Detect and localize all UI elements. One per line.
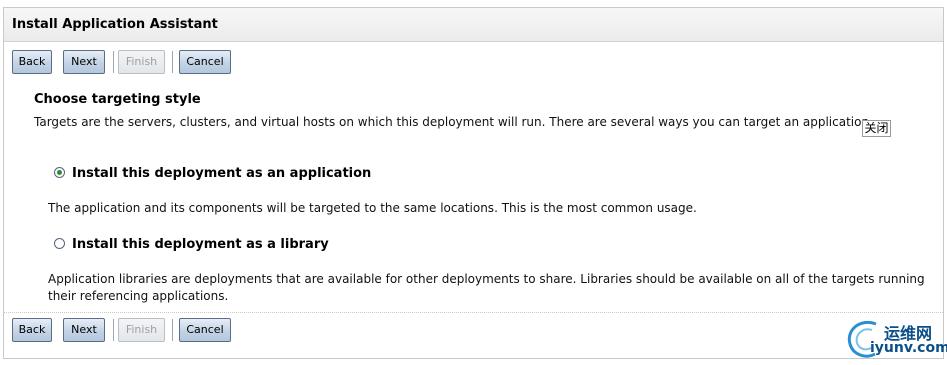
next-button[interactable]: Next xyxy=(63,318,105,342)
option-description: Application libraries are deployments th… xyxy=(48,272,925,303)
finish-button: Finish xyxy=(118,50,165,74)
install-assistant-panel: Install Application Assistant Back Next … xyxy=(3,7,944,359)
page-title: Install Application Assistant xyxy=(12,17,218,32)
watermark-text-en: iyunv.com xyxy=(870,340,947,356)
divider xyxy=(4,312,943,313)
back-button[interactable]: Back xyxy=(12,318,52,342)
section-title: Choose targeting style xyxy=(34,92,201,107)
toolbar-separator xyxy=(172,319,173,341)
cancel-button[interactable]: Cancel xyxy=(179,318,231,342)
toolbar-separator xyxy=(172,51,173,73)
cancel-button[interactable]: Cancel xyxy=(179,50,231,74)
section-description: Targets are the servers, clusters, and v… xyxy=(34,115,873,129)
radio-unselected-icon[interactable] xyxy=(54,238,65,249)
back-button[interactable]: Back xyxy=(12,50,52,74)
next-button[interactable]: Next xyxy=(63,50,105,74)
finish-button: Finish xyxy=(118,318,165,342)
radio-selected-icon[interactable] xyxy=(54,167,65,178)
close-button[interactable]: 关闭 xyxy=(862,120,891,137)
option-description: The application and its components will … xyxy=(48,201,697,215)
option-label[interactable]: Install this deployment as an applicatio… xyxy=(72,166,371,181)
watermark-logo: 运维网 iyunv.com xyxy=(842,316,947,361)
title-bar: Install Application Assistant xyxy=(4,8,943,42)
toolbar-separator xyxy=(113,51,114,73)
option-label[interactable]: Install this deployment as a library xyxy=(72,237,329,252)
toolbar-separator xyxy=(113,319,114,341)
